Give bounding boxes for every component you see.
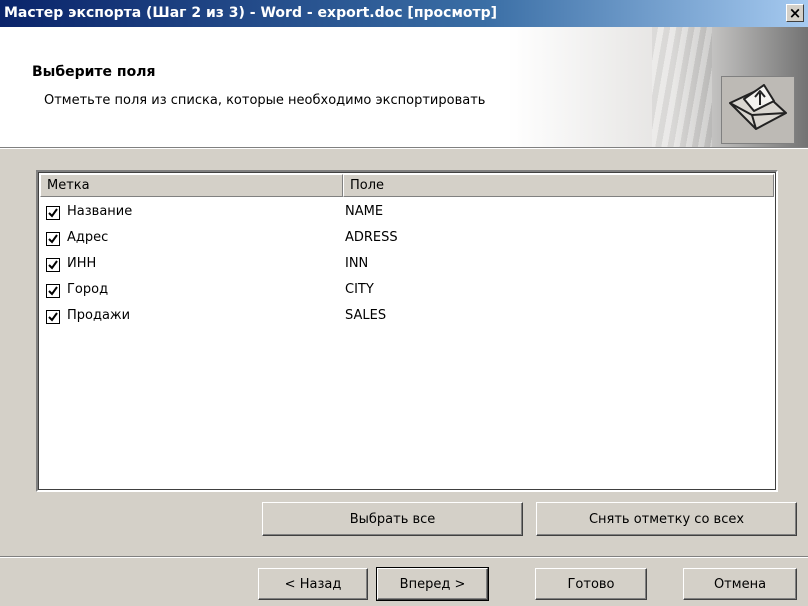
row-field: CITY <box>345 282 374 297</box>
row-label: ИНН <box>67 256 97 271</box>
clear-all-button[interactable]: Снять отметку со всех <box>536 502 797 536</box>
select-all-button[interactable]: Выбрать все <box>262 502 523 536</box>
row-field: INN <box>345 256 369 271</box>
step-subtitle: Отметьте поля из списка, которые необход… <box>44 93 486 108</box>
envelope-arrow-icon <box>721 76 795 144</box>
window-title: Мастер экспорта (Шаг 2 из 3) - Word - ex… <box>4 5 498 21</box>
close-button[interactable]: × <box>786 4 804 22</box>
checkbox[interactable] <box>46 232 60 246</box>
wizard-header: Выберите поля Отметьте поля из списка, к… <box>0 27 808 148</box>
row-field: ADRESS <box>345 230 398 245</box>
header-stripes <box>652 27 712 147</box>
list-rows: Название NAME Адрес ADRESS ИНН INN Город… <box>40 200 774 330</box>
row-label: Адрес <box>67 230 109 245</box>
list-row[interactable]: Продажи SALES <box>40 304 774 330</box>
checkmark-icon <box>48 234 58 244</box>
checkbox[interactable] <box>46 284 60 298</box>
cancel-button[interactable]: Отмена <box>683 568 797 600</box>
next-button[interactable]: Вперед > <box>376 567 489 601</box>
checkmark-icon <box>48 208 58 218</box>
row-field: SALES <box>345 308 387 323</box>
list-row[interactable]: Город CITY <box>40 278 774 304</box>
checkbox[interactable] <box>46 206 60 220</box>
row-label: Город <box>67 282 109 297</box>
checkmark-icon <box>48 286 58 296</box>
checkbox[interactable] <box>46 258 60 272</box>
fields-list[interactable]: Метка Поле Название NAME Адрес ADRESS ИН… <box>36 170 778 492</box>
column-header-field[interactable]: Поле <box>343 174 774 197</box>
row-label: Название <box>67 204 133 219</box>
list-row[interactable]: ИНН INN <box>40 252 774 278</box>
footer-separator <box>0 556 808 558</box>
column-header-label[interactable]: Метка <box>40 174 343 197</box>
list-row[interactable]: Адрес ADRESS <box>40 226 774 252</box>
checkbox[interactable] <box>46 310 60 324</box>
finish-button[interactable]: Готово <box>535 568 647 600</box>
title-bar[interactable]: Мастер экспорта (Шаг 2 из 3) - Word - ex… <box>0 0 808 27</box>
checkmark-icon <box>48 312 58 322</box>
step-title: Выберите поля <box>32 64 156 80</box>
close-icon: × <box>788 4 802 22</box>
back-button[interactable]: < Назад <box>258 568 368 600</box>
list-header: Метка Поле <box>40 174 774 197</box>
row-field: NAME <box>345 204 384 219</box>
row-label: Продажи <box>67 308 131 323</box>
checkmark-icon <box>48 260 58 270</box>
list-row[interactable]: Название NAME <box>40 200 774 226</box>
